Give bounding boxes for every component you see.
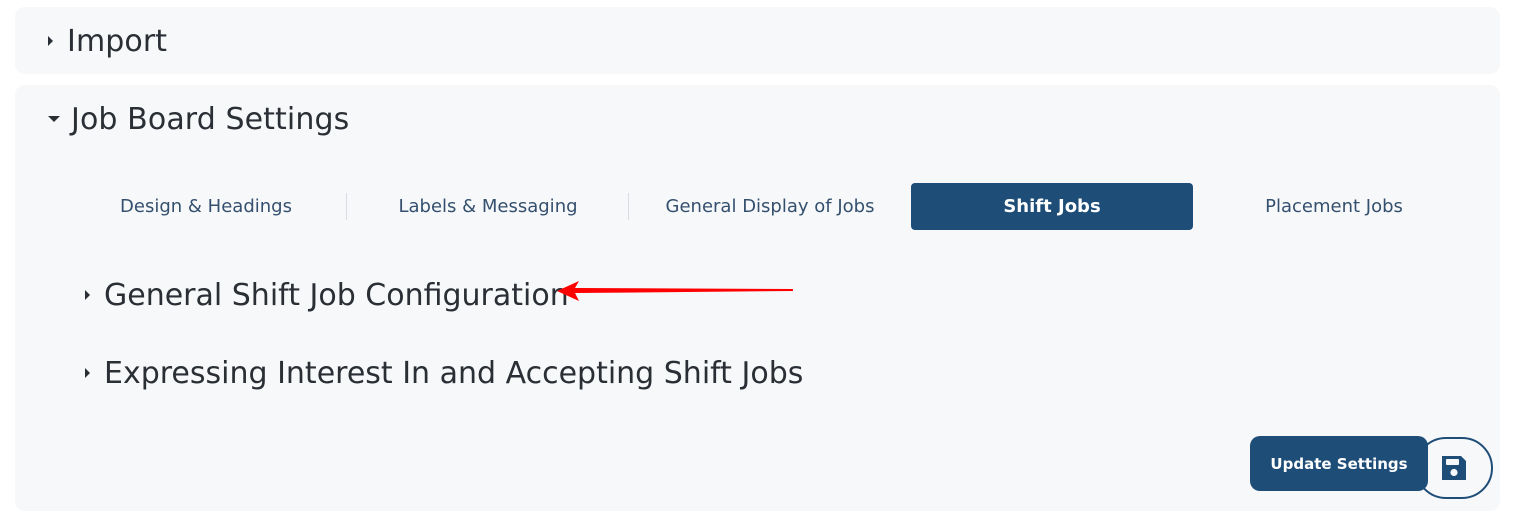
caret-right-icon: [85, 290, 90, 300]
subsection-title: General Shift Job Configuration: [104, 277, 569, 313]
tab-design-headings[interactable]: Design & Headings: [65, 183, 347, 230]
tab-placement-jobs[interactable]: Placement Jobs: [1193, 183, 1475, 230]
subsection-title: Expressing Interest In and Accepting Shi…: [104, 355, 804, 391]
caret-right-icon: [48, 36, 53, 46]
tab-general-display-of-jobs[interactable]: General Display of Jobs: [629, 183, 911, 230]
job-board-settings-panel: Job Board Settings Design & Headings Lab…: [15, 85, 1500, 511]
import-section-title: Import: [67, 23, 168, 59]
import-panel: Import: [15, 7, 1500, 74]
settings-tabs: Design & Headings Labels & Messaging Gen…: [65, 183, 1475, 230]
job-board-settings-title: Job Board Settings: [71, 101, 350, 137]
floppy-disk-icon: [1442, 456, 1466, 480]
update-settings-button[interactable]: Update Settings: [1250, 436, 1428, 491]
caret-down-icon: [48, 116, 60, 122]
tab-shift-jobs[interactable]: Shift Jobs: [911, 183, 1193, 230]
expressing-interest-toggle[interactable]: Expressing Interest In and Accepting Shi…: [85, 353, 803, 393]
caret-right-icon: [85, 368, 90, 378]
tab-labels-messaging[interactable]: Labels & Messaging: [347, 183, 629, 230]
general-shift-job-configuration-toggle[interactable]: General Shift Job Configuration: [85, 275, 569, 315]
job-board-settings-toggle[interactable]: Job Board Settings: [48, 99, 349, 139]
import-section-toggle[interactable]: Import: [48, 21, 167, 61]
red-arrow-icon: [557, 281, 793, 301]
